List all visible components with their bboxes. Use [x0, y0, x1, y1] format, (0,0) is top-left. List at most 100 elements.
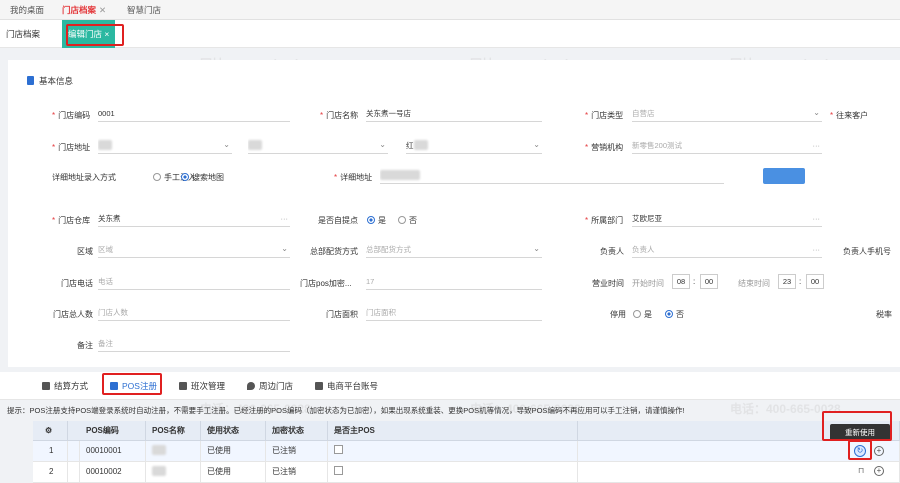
sales-org-value: 新零售200测试 — [632, 141, 683, 150]
disabled-yes-radio[interactable]: 是 — [633, 309, 652, 320]
tab-shift-label: 班次管理 — [191, 381, 226, 391]
pos-encrypt-label: 门店pos加密... — [300, 279, 352, 288]
phone-input[interactable]: 电话 — [98, 274, 290, 290]
time-separator: : — [693, 277, 696, 286]
settings-gear-icon[interactable]: ⚙ — [33, 421, 68, 441]
disabled-label: 停用 — [610, 310, 626, 319]
chevron-down-icon: ⌄ — [281, 244, 288, 253]
top-tab-bar: 我的桌面 门店档案 ✕ 智慧门店 — [0, 0, 900, 20]
sales-org-input[interactable]: 新零售200测试 ··· — [632, 138, 822, 154]
use-status-cell: 已使用 — [201, 441, 266, 462]
area-label: 门店面积 — [326, 310, 358, 319]
pos-name-cell[interactable] — [146, 462, 201, 483]
delivery-mode-select[interactable]: 总部配货方式 ⌄ — [366, 242, 542, 258]
document-icon — [27, 76, 34, 85]
pos-code-cell: 00010001 — [80, 441, 146, 462]
store-name-input[interactable]: 关东煮一号店 — [366, 106, 542, 122]
disabled-no-radio[interactable]: 否 — [665, 309, 684, 320]
close-icon[interactable]: ✕ — [99, 5, 106, 15]
tab-settlement-label: 结算方式 — [54, 381, 89, 391]
self-pickup-no-radio[interactable]: 否 — [398, 215, 417, 226]
col-pos-code[interactable]: POS编码 — [80, 421, 146, 441]
detail-address-input[interactable] — [380, 168, 724, 184]
detail-address-label: 详细地址 — [334, 172, 372, 183]
col-encrypt-status[interactable]: 加密状态 — [266, 421, 328, 441]
more-icon[interactable]: ··· — [281, 211, 289, 226]
add-row-icon[interactable]: + — [874, 446, 884, 456]
pos-name-cell[interactable] — [146, 441, 201, 462]
main-pos-checkbox[interactable] — [334, 466, 343, 475]
store-name-label: 门店名称 — [320, 110, 358, 121]
location-pin-icon — [247, 382, 255, 390]
col-use-status-label: 使用状态 — [207, 426, 239, 435]
main-pos-checkbox[interactable] — [334, 445, 343, 454]
radio-icon — [153, 173, 161, 181]
tab-smart-store[interactable]: 智慧门店 — [127, 0, 161, 20]
subtab-store-archive[interactable]: 门店档案 — [6, 20, 40, 48]
unlock-icon[interactable]: ⊓ — [858, 466, 864, 475]
headcount-input[interactable]: 门店人数 — [98, 305, 290, 321]
col-pos-name-label: POS名称 — [152, 426, 185, 435]
tab-settlement[interactable]: 结算方式 — [42, 372, 88, 400]
chevron-down-icon: ⌄ — [533, 244, 540, 253]
area-input[interactable]: 门店面积 — [366, 305, 542, 321]
redacted-block — [413, 140, 428, 150]
tab-my-desktop[interactable]: 我的桌面 — [10, 0, 44, 20]
chevron-down-icon: ⌄ — [533, 140, 540, 149]
end-hour-input[interactable]: 23 — [778, 274, 796, 289]
province-select[interactable]: ⌄ — [98, 138, 232, 154]
sub-tab-bar: 门店档案 编辑门店 × — [0, 20, 900, 48]
settlement-icon — [42, 382, 50, 390]
start-minute-input[interactable]: 00 — [700, 274, 718, 289]
district-select[interactable]: 红 ⌄ — [406, 138, 542, 154]
actions-cell — [578, 462, 900, 483]
radio-icon — [398, 216, 406, 224]
row-spacer — [68, 462, 80, 483]
col-use-status[interactable]: 使用状态 — [201, 421, 266, 441]
delivery-mode-label: 总部配货方式 — [310, 247, 358, 256]
tab-store-archive[interactable]: 门店档案 ✕ — [62, 0, 106, 20]
tab-ecommerce[interactable]: 电商平台账号 — [315, 372, 378, 400]
col-main-pos-label: 是否主POS — [334, 426, 375, 435]
region-select[interactable]: 区域 ⌄ — [98, 242, 290, 258]
time-separator: : — [799, 277, 802, 286]
redacted-block — [152, 445, 166, 455]
tax-rate-label: 税率 — [876, 310, 892, 319]
city-select[interactable]: ⌄ — [248, 138, 388, 154]
manager-label: 负责人 — [600, 247, 624, 256]
tip-text: 提示：POS注册支持POS端登录系统时自动注册，不需要手工注册。已经注册的POS… — [7, 406, 685, 415]
main-pos-cell — [328, 462, 578, 483]
warehouse-input[interactable]: 关东煮 ··· — [98, 211, 290, 227]
pos-encrypt-input[interactable]: 17 — [366, 274, 542, 290]
pos-code-cell: 00010002 — [80, 462, 146, 483]
more-icon[interactable]: ··· — [813, 138, 821, 153]
highlight-box — [848, 440, 872, 460]
more-icon[interactable]: ··· — [813, 211, 821, 226]
map-search-label: 搜索地图 — [192, 173, 224, 182]
map-search-radio[interactable]: 搜索地图 — [181, 172, 224, 183]
tab-shift[interactable]: 班次管理 — [179, 372, 225, 400]
more-icon[interactable]: ··· — [813, 242, 821, 257]
department-input[interactable]: 艾欧尼亚 ··· — [632, 211, 822, 227]
redacted-block — [380, 170, 420, 180]
start-hour-input[interactable]: 08 — [672, 274, 690, 289]
manager-phone-label: 负责人手机号 — [843, 247, 891, 256]
remark-input[interactable]: 备注 — [98, 336, 290, 352]
end-minute-input[interactable]: 00 — [806, 274, 824, 289]
manager-input[interactable]: 负责人 ··· — [632, 242, 822, 258]
row-number: 2 — [33, 462, 68, 483]
col-main-pos[interactable]: 是否主POS — [328, 421, 578, 441]
end-time-label: 结束时间 — [738, 279, 770, 288]
tab-ecommerce-label: 电商平台账号 — [327, 381, 379, 391]
col-pos-name[interactable]: POS名称 — [146, 421, 201, 441]
address-mode-label: 详细地址录入方式 — [52, 173, 116, 182]
add-row-icon[interactable]: + — [874, 466, 884, 476]
search-map-button[interactable] — [763, 168, 805, 184]
tab-nearby[interactable]: 周边门店 — [247, 372, 293, 400]
start-time-label: 开始时间 — [632, 279, 664, 288]
redacted-block — [248, 140, 262, 150]
self-pickup-yes-radio[interactable]: 是 — [367, 215, 386, 226]
delivery-mode-placeholder: 总部配货方式 — [366, 245, 411, 254]
store-code-input[interactable]: 0001 — [98, 106, 290, 122]
store-type-select[interactable]: 自营店 ⌄ — [632, 106, 822, 122]
